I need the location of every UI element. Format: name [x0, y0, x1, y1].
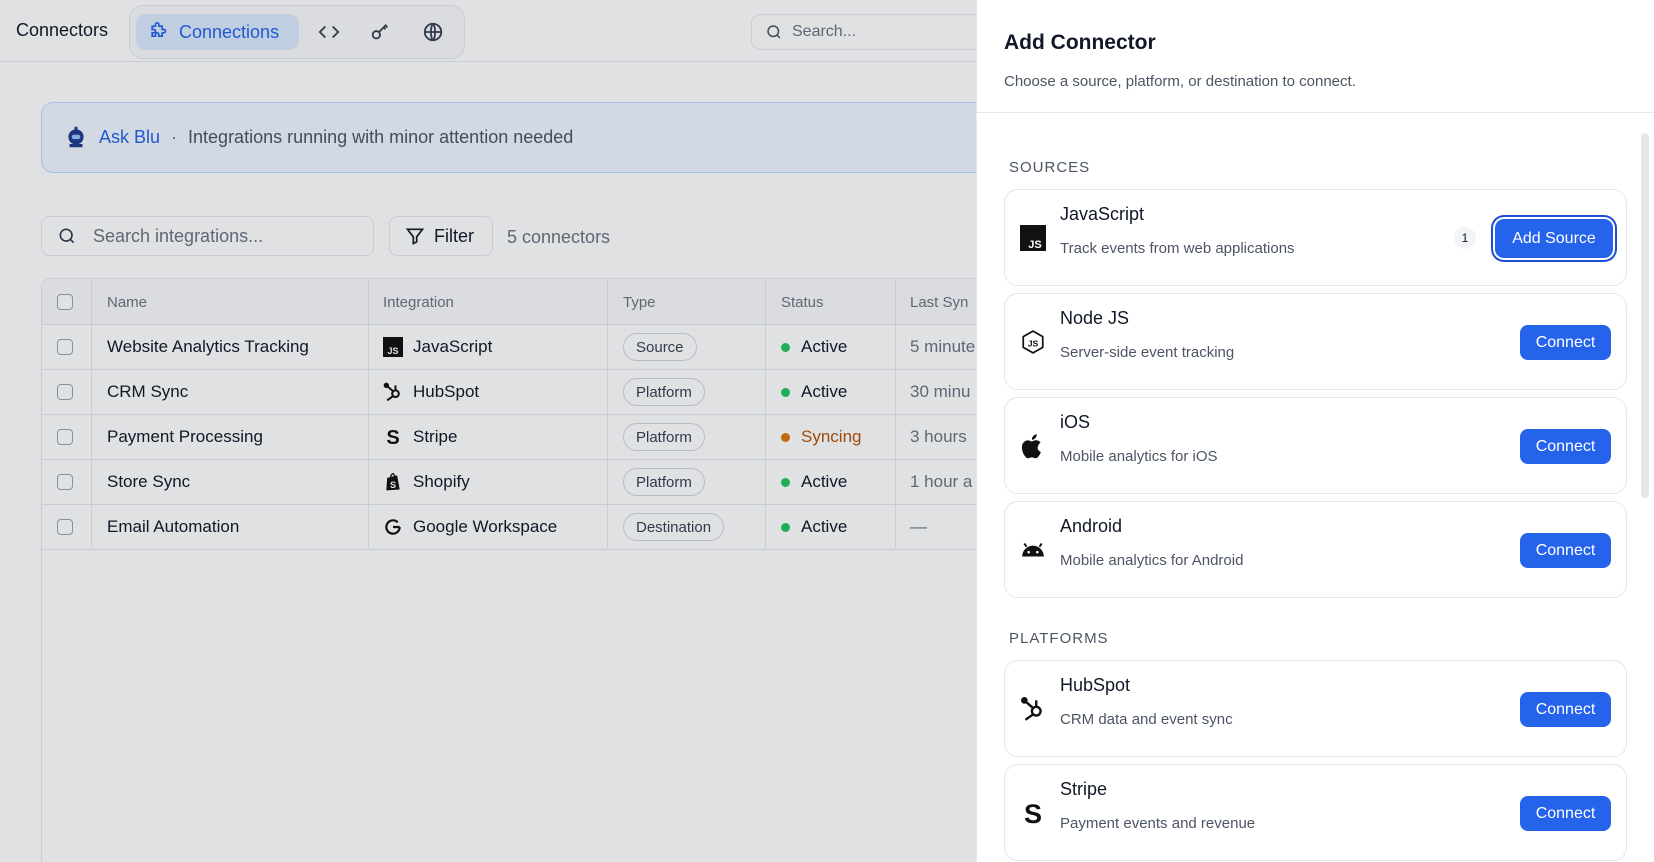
connector-card-android[interactable]: Android Mobile analytics for Android Con… [1004, 501, 1627, 598]
connector-card-stripe[interactable]: S Stripe Payment events and revenue Conn… [1004, 764, 1627, 861]
connector-description: CRM data and event sync [1060, 711, 1233, 728]
connector-description: Track events from web applications [1060, 240, 1295, 257]
connector-description: Mobile analytics for iOS [1060, 448, 1218, 465]
connectors-app: Connectors Connections Search... Ask Blu… [0, 0, 1654, 862]
connect-button[interactable]: Connect [1520, 692, 1611, 727]
nodejs-icon: JS [1019, 328, 1047, 356]
connector-title: iOS [1060, 412, 1091, 432]
svg-text:JS: JS [1028, 239, 1041, 251]
connector-description: Mobile analytics for Android [1060, 552, 1244, 569]
modal-backdrop[interactable] [0, 0, 976, 862]
connect-button[interactable]: Connect [1520, 533, 1611, 568]
connector-count-badge: 1 [1454, 227, 1476, 249]
connector-card-javascript[interactable]: JS JavaScript Track events from web appl… [1004, 189, 1627, 286]
add-connector-panel: Add Connector Choose a source, platform,… [976, 0, 1654, 862]
section-label-sources: SOURCES [1009, 159, 1091, 176]
connector-description: Server-side event tracking [1060, 344, 1235, 361]
android-icon [1019, 536, 1047, 564]
connect-button[interactable]: Connect [1520, 429, 1611, 464]
connector-title: Stripe [1060, 779, 1108, 799]
connect-button[interactable]: Connect [1520, 325, 1611, 360]
section-label-platforms: PLATFORMS [1009, 630, 1109, 647]
connector-description: Payment events and revenue [1060, 815, 1256, 832]
add-source-button[interactable]: Add Source [1495, 219, 1613, 258]
svg-text:JS: JS [1028, 338, 1039, 348]
apple-icon [1019, 432, 1047, 460]
connector-title: Android [1060, 516, 1123, 536]
hubspot-icon [1019, 695, 1047, 723]
connector-card-ios[interactable]: iOS Mobile analytics for iOS Connect [1004, 397, 1627, 494]
connect-button[interactable]: Connect [1520, 796, 1611, 831]
stripe-icon: S [1019, 799, 1047, 827]
javascript-icon: JS [1019, 224, 1047, 252]
panel-subtitle: Choose a source, platform, or destinatio… [1004, 73, 1356, 90]
panel-scrollbar[interactable] [1641, 133, 1649, 498]
connector-title: HubSpot [1060, 675, 1131, 695]
panel-title: Add Connector [1004, 31, 1156, 54]
panel-header: Add Connector Choose a source, platform,… [977, 0, 1654, 113]
connector-card-nodejs[interactable]: JS Node JS Server-side event tracking Co… [1004, 293, 1627, 390]
svg-text:S: S [1024, 800, 1042, 826]
connector-title: Node JS [1060, 308, 1130, 328]
connector-title: JavaScript [1060, 204, 1145, 224]
connector-card-hubspot[interactable]: HubSpot CRM data and event sync Connect [1004, 660, 1627, 757]
